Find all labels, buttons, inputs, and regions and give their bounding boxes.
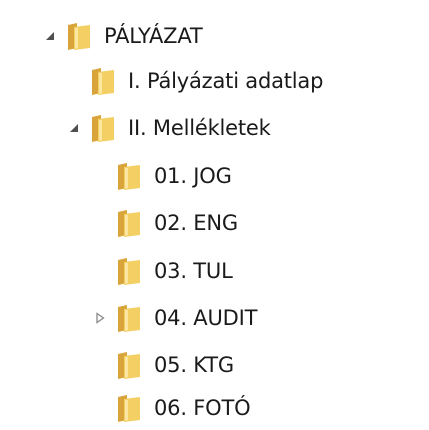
tree-item-01-jog[interactable]: 01. JOG xyxy=(92,156,232,196)
tree-item-03-tul[interactable]: 03. TUL xyxy=(92,251,233,291)
tree-item-label: I. Pályázati adatlap xyxy=(128,68,324,93)
expanded-triangle-icon[interactable] xyxy=(42,28,58,44)
tree-item-label: PÁLYÁZAT xyxy=(104,23,203,48)
tree-item-label: 03. TUL xyxy=(154,258,233,283)
folder-icon xyxy=(116,161,142,191)
tree-item-04-audit[interactable]: 04. AUDIT xyxy=(92,298,257,338)
folder-icon xyxy=(116,303,142,333)
tree-item-05-ktg[interactable]: 05. KTG xyxy=(92,345,234,385)
tree-item-label: II. Mellékletek xyxy=(128,115,271,140)
folder-icon xyxy=(90,113,116,143)
folder-icon xyxy=(116,393,142,423)
tree-item-mellekletek[interactable]: II. Mellékletek xyxy=(66,108,271,148)
collapsed-triangle-icon[interactable] xyxy=(92,310,108,326)
tree-item-palyazat[interactable]: PÁLYÁZAT xyxy=(42,16,203,56)
folder-icon xyxy=(116,256,142,286)
tree-item-label: 05. KTG xyxy=(154,352,234,377)
tree-item-label: 02. ENG xyxy=(154,210,238,235)
tree-item-label: 06. FOTÓ xyxy=(154,395,251,420)
folder-icon xyxy=(90,66,116,96)
tree-item-label: 04. AUDIT xyxy=(154,305,258,330)
folder-icon xyxy=(66,21,92,51)
tree-item-palyazati-adatlap[interactable]: I. Pályázati adatlap xyxy=(66,61,323,101)
tree-item-06-foto[interactable]: 06. FOTÓ xyxy=(92,388,251,428)
folder-icon xyxy=(116,208,142,238)
tree-item-label: 01. JOG xyxy=(154,163,232,188)
folder-tree: PÁLYÁZAT I. Pályázati adatlap II. Mellék… xyxy=(0,0,429,430)
folder-icon xyxy=(116,350,142,380)
tree-item-02-eng[interactable]: 02. ENG xyxy=(92,203,238,243)
expanded-triangle-icon[interactable] xyxy=(66,120,82,136)
